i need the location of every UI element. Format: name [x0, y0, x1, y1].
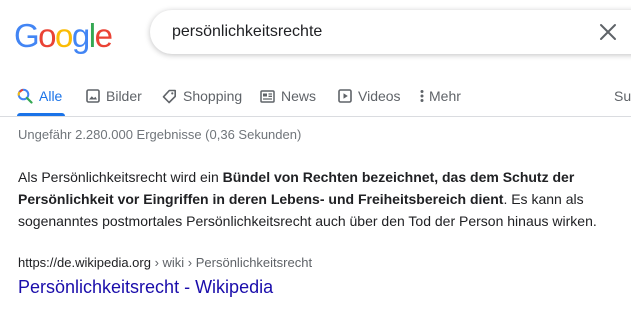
result-breadcrumb: › wiki › Persönlichkeitsrecht	[150, 255, 313, 270]
tab-label: Bilder	[106, 88, 142, 104]
tab-bilder[interactable]: Bilder	[86, 80, 142, 112]
tab-label: Mehr	[429, 88, 461, 104]
logo-letter: o	[55, 17, 73, 54]
tag-icon	[162, 89, 177, 104]
result-url[interactable]: https://de.wikipedia.org › wiki › Persön…	[18, 255, 312, 270]
tab-shopping[interactable]: Shopping	[162, 80, 242, 112]
google-logo[interactable]: Google	[14, 16, 113, 56]
result-domain: https://de.wikipedia.org	[18, 255, 151, 270]
tab-news[interactable]: News	[260, 80, 316, 112]
search-input[interactable]	[172, 10, 572, 54]
search-tabs: Alle Bilder Shopping News Videos Mehr Su	[0, 80, 631, 116]
tab-suchfilter[interactable]: Suc	[614, 80, 631, 112]
result-stats: Ungefähr 2.280.000 Ergebnisse (0,36 Seku…	[18, 127, 302, 142]
tab-label: Shopping	[183, 88, 243, 104]
snippet-text: Als Persönlichkeitsrecht wird ein	[18, 169, 223, 185]
tab-label: Videos	[358, 88, 401, 104]
logo-letter: e	[94, 17, 113, 54]
tab-alle[interactable]: Alle	[17, 80, 62, 112]
tab-mehr[interactable]: Mehr	[419, 80, 461, 112]
header-divider	[0, 116, 631, 117]
tab-videos[interactable]: Videos	[338, 80, 401, 112]
search-icon	[17, 88, 33, 104]
newspaper-icon	[260, 89, 275, 103]
search-results-page: Google Alle	[0, 0, 631, 312]
tab-label: Suc	[614, 88, 631, 104]
featured-snippet: Als Persönlichkeitsrecht wird ein Bündel…	[18, 166, 628, 232]
play-icon	[338, 89, 352, 103]
result-title-link[interactable]: Persönlichkeitsrecht - Wikipedia	[18, 274, 273, 300]
image-icon	[86, 89, 100, 103]
tab-label: Alle	[39, 88, 63, 104]
logo-letter: G	[14, 17, 40, 54]
search-box	[150, 10, 631, 54]
close-icon[interactable]	[598, 22, 618, 42]
logo-letter: g	[71, 17, 90, 54]
logo-letter: o	[38, 17, 56, 54]
tab-label: News	[281, 88, 317, 104]
more-vert-icon	[419, 89, 425, 103]
